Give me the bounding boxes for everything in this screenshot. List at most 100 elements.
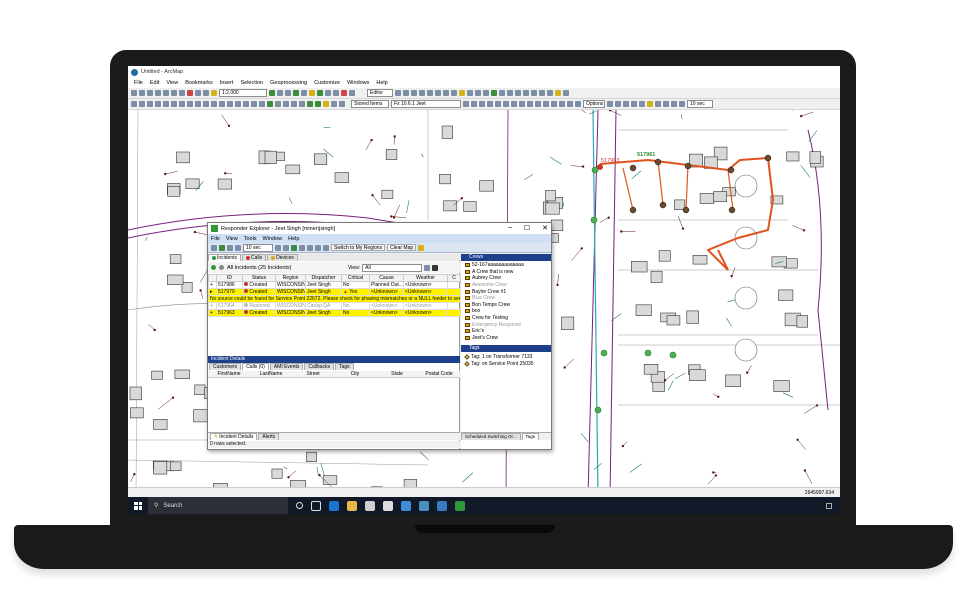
route-icon[interactable] [243,101,249,107]
energize-icon[interactable] [471,101,477,107]
re-print-icon[interactable] [307,244,313,251]
re-refresh-select[interactable]: 10 sec [243,243,273,252]
network-icon[interactable] [349,90,355,96]
add-data-icon[interactable] [211,90,217,96]
feeder-select[interactable]: Fx 10.6.1 Jeet [391,100,461,108]
tab-ami-events[interactable]: AMI Events [269,363,304,370]
menu-selection[interactable]: Selection [240,80,263,86]
start-button[interactable] [128,497,148,514]
tab-scheduled-switching[interactable]: Scheduled Switching Or... [461,433,521,440]
favorites-icon[interactable] [555,90,561,96]
col-header[interactable]: Region [275,274,306,282]
crew-item[interactable]: A Crew that is new [461,269,551,276]
editor-menu[interactable]: Editor [367,89,393,97]
menu-windows[interactable]: Windows [347,80,369,86]
html-popup-icon[interactable] [227,101,233,107]
redo-icon[interactable] [203,90,209,96]
schematic-icon[interactable] [615,101,621,107]
xy-icon[interactable] [251,101,257,107]
tag-icon[interactable] [543,101,549,107]
col-header[interactable]: FirstName [208,371,250,377]
row-expander[interactable]: + [208,309,217,317]
sketch-props-icon[interactable] [443,90,449,96]
de-energize-icon[interactable] [479,101,485,107]
re-zoom-icon[interactable] [299,244,305,251]
maximize-icon[interactable]: ☐ [524,224,530,232]
crew-item[interactable]: Eric's [461,328,551,335]
re-report-icon[interactable] [315,244,321,251]
scale-select[interactable]: 1:2,000 [219,89,267,97]
arrow-icon[interactable] [631,101,637,107]
ami-icon[interactable] [495,101,501,107]
mail-icon[interactable] [383,500,393,511]
menu-edit[interactable]: Edit [150,80,159,86]
menu-file[interactable]: File [134,80,143,86]
ground-icon[interactable] [567,101,573,107]
play-icon[interactable] [663,101,669,107]
session-icon[interactable] [539,90,545,96]
close-icon[interactable]: ✕ [542,224,548,232]
voltage-icon[interactable] [511,101,517,107]
graphics-icon[interactable] [331,101,337,107]
arccatalog-taskbar-icon[interactable] [437,500,447,511]
table-row[interactable]: + 517963 Created WISCONSIN Jeet Singh No… [208,309,461,317]
attribute-editor-icon[interactable] [515,90,521,96]
crew-item[interactable]: Baylor Crew #1 [461,288,551,295]
model-builder-icon[interactable] [309,90,315,96]
col-header[interactable]: Postal Code [418,371,460,377]
copy-icon[interactable] [171,90,177,96]
col-header[interactable]: Weather [403,274,448,282]
crew-item[interactable]: Awesome Crew [461,282,551,289]
list-item[interactable]: Tag: 1 on Transformer 7133 [461,353,551,360]
re-new-icon[interactable] [275,244,281,251]
edge-icon[interactable] [329,500,339,511]
explorer-icon[interactable] [347,500,357,511]
trace-settings-icon[interactable] [487,101,493,107]
tab-devices[interactable]: Devices [267,254,298,261]
trace-downstream-icon[interactable] [315,101,321,107]
clear-icon[interactable] [341,90,347,96]
list-item[interactable]: Tag: on Service Point 25035 [461,360,551,367]
locator-icon[interactable] [563,90,569,96]
python-icon[interactable] [301,90,307,96]
arcmap-taskbar-icon[interactable] [419,500,429,511]
re-edit-icon[interactable] [283,244,289,251]
col-header[interactable]: State [376,371,418,377]
re-menu-view[interactable]: View [226,236,238,242]
switch-regions-button[interactable]: Switch to My Regions [331,244,386,251]
col-header[interactable]: City [334,371,376,377]
attributes-icon[interactable] [435,90,441,96]
vertex-icon[interactable] [411,90,417,96]
re-map-icon[interactable] [291,244,297,251]
bulb-icon[interactable] [647,101,653,107]
tab-calls[interactable]: Calls [242,254,267,261]
new-map-icon[interactable] [131,90,137,96]
re-menu-file[interactable]: File [211,236,220,242]
col-header[interactable]: C [447,274,461,282]
col-header[interactable]: Street [292,371,334,377]
time-slider-icon[interactable] [259,101,265,107]
outage-icon[interactable] [527,101,533,107]
save-icon[interactable] [147,90,153,96]
qa-icon[interactable] [523,90,529,96]
flag-tool-icon[interactable] [323,101,329,107]
delete-icon[interactable] [187,90,193,96]
back-icon[interactable] [179,101,185,107]
col-header[interactable]: Cause [369,274,404,282]
binoculars-icon[interactable] [432,265,439,271]
crew-icon[interactable] [535,101,541,107]
tab-calls-detail[interactable]: Calls (0) [242,363,269,370]
arctoolbox-icon[interactable] [293,90,299,96]
col-header[interactable]: Dispatcher [305,274,342,282]
col-header[interactable]: Status [242,274,276,282]
rotate-icon[interactable] [427,90,433,96]
layer-icon[interactable] [459,90,465,96]
fault-icon[interactable] [519,101,525,107]
clear-map-button[interactable]: Clear Map [387,244,417,251]
col-header[interactable]: Critical [341,274,370,282]
notifications-icon[interactable] [826,502,832,509]
ie-icon[interactable] [401,500,411,511]
switching-icon[interactable] [575,101,581,107]
filter-icon[interactable] [219,265,224,270]
responder-taskbar-icon[interactable] [455,500,465,511]
